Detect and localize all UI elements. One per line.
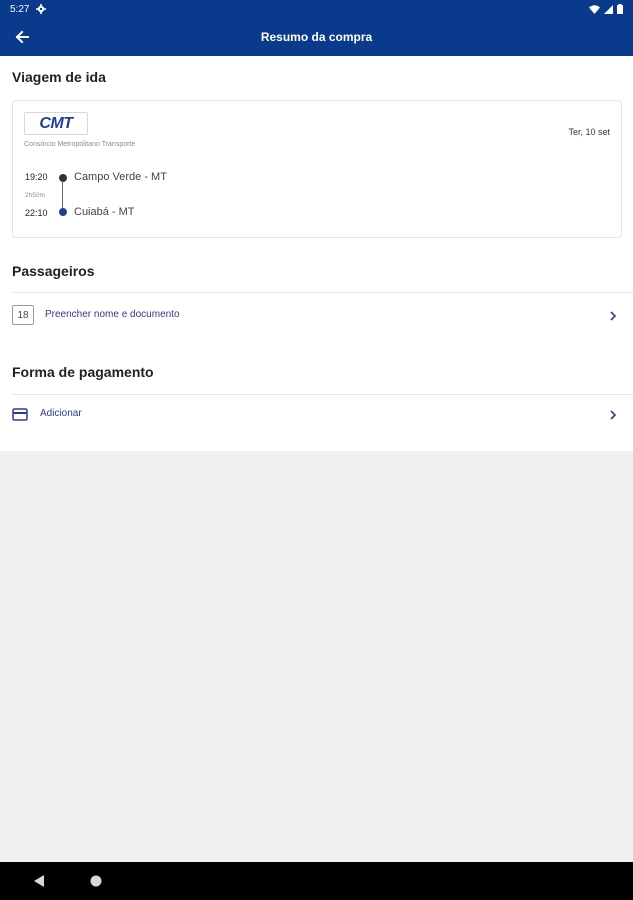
nav-back-icon[interactable] bbox=[33, 875, 45, 887]
nav-home-icon[interactable] bbox=[90, 875, 102, 887]
chevron-right-icon bbox=[610, 311, 617, 321]
passengers-section-title: Passageiros bbox=[12, 263, 95, 279]
destination-dot bbox=[59, 208, 67, 216]
status-bar: 5:27 bbox=[0, 0, 633, 18]
destination-stop: Cuiabá - MT bbox=[74, 206, 135, 218]
arrival-time: 22:10 bbox=[25, 208, 48, 218]
status-left: 5:27 bbox=[10, 3, 47, 15]
passenger-age: 18 bbox=[17, 309, 29, 321]
back-button[interactable] bbox=[8, 23, 36, 51]
trip-duration: 2h50m bbox=[25, 192, 45, 199]
origin-dot bbox=[59, 174, 67, 182]
status-time: 5:27 bbox=[10, 3, 30, 15]
signal-icon bbox=[604, 4, 613, 14]
passenger-age-badge: 18 bbox=[12, 305, 34, 325]
company-logo: CMT bbox=[24, 112, 88, 135]
wifi-icon bbox=[589, 4, 600, 14]
trip-section-title: Viagem de ida bbox=[12, 69, 106, 85]
fill-passenger-row[interactable]: 18 Preencher nome e documento bbox=[0, 294, 633, 338]
battery-icon bbox=[617, 4, 623, 14]
payment-divider bbox=[12, 394, 633, 395]
back-arrow-icon bbox=[15, 30, 29, 44]
company-name: Consórcio Metropolitano Transporte bbox=[24, 141, 136, 148]
settings-icon bbox=[36, 4, 47, 14]
payment-section-title: Forma de pagamento bbox=[12, 364, 154, 380]
departure-time: 19:20 bbox=[25, 172, 48, 182]
route-line bbox=[62, 181, 63, 210]
chevron-right-icon bbox=[610, 410, 617, 420]
add-payment-label: Adicionar bbox=[40, 408, 82, 419]
status-right bbox=[589, 4, 623, 14]
passengers-divider bbox=[12, 292, 633, 293]
origin-stop: Campo Verde - MT bbox=[74, 171, 167, 183]
fill-passenger-label: Preencher nome e documento bbox=[45, 309, 180, 320]
app-bar: Resumo da compra bbox=[0, 18, 633, 56]
payment-sheet: Forma de pagamento Adicionar bbox=[0, 351, 633, 451]
trip-card[interactable]: CMT Consórcio Metropolitano Transporte T… bbox=[12, 100, 622, 238]
trip-date: Ter, 10 set bbox=[568, 127, 610, 137]
add-payment-row[interactable]: Adicionar bbox=[0, 396, 633, 440]
company-logo-text: CMT bbox=[39, 114, 73, 132]
credit-card-icon bbox=[12, 408, 28, 421]
system-nav-bar bbox=[0, 862, 633, 900]
page-title: Resumo da compra bbox=[260, 30, 373, 44]
